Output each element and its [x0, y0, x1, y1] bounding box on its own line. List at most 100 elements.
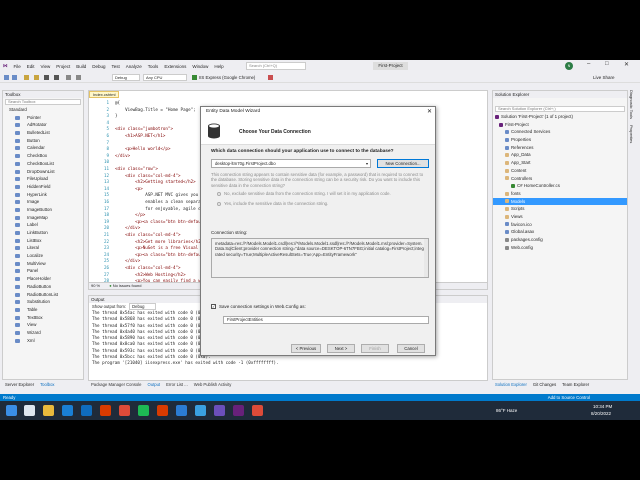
- toolbox-item[interactable]: View: [3, 321, 83, 329]
- toolbox-item[interactable]: Substitution: [3, 298, 83, 306]
- maximize-icon[interactable]: □: [605, 61, 609, 67]
- undo-icon[interactable]: [66, 75, 71, 80]
- close-icon[interactable]: ✕: [624, 61, 629, 68]
- add-to-source-control[interactable]: Add to Source Control: [548, 394, 590, 401]
- file-explorer-icon[interactable]: [43, 405, 54, 416]
- toolbox-item[interactable]: Pointer: [3, 114, 83, 122]
- save-icon[interactable]: [44, 75, 49, 80]
- tree-item[interactable]: Solution 'First-Project' (1 of 1 project…: [493, 113, 627, 121]
- toolbox-item[interactable]: LinkButton: [3, 229, 83, 237]
- menu-file[interactable]: File: [11, 64, 24, 69]
- toolbox-group[interactable]: Standard: [3, 106, 83, 114]
- menu-project[interactable]: Project: [53, 64, 73, 69]
- toolbox-item[interactable]: Table: [3, 306, 83, 314]
- dialog-close-icon[interactable]: ✕: [427, 107, 432, 117]
- zoom-level[interactable]: 90 %: [91, 283, 100, 288]
- tree-item[interactable]: Models: [493, 197, 627, 206]
- tree-item[interactable]: References: [493, 144, 627, 152]
- code-line[interactable]: 12 <div class="col-md-4">: [91, 173, 181, 180]
- toolbox-item[interactable]: PlaceHolder: [3, 275, 83, 283]
- tree-item[interactable]: Global.asax: [493, 228, 627, 236]
- tree-item[interactable]: First-Project: [493, 121, 627, 129]
- radio-include-circle[interactable]: [217, 201, 221, 206]
- powerpoint-icon[interactable]: [157, 405, 168, 416]
- connection-dropdown[interactable]: desktop-ltm70g.FirstProject.dbo ▾: [211, 159, 371, 168]
- code-line[interactable]: 21 <div class="col-md-4">: [91, 232, 181, 239]
- connection-string-scrollbar[interactable]: [424, 239, 428, 277]
- code-line[interactable]: 3}: [91, 113, 117, 120]
- code-line[interactable]: 2 ViewBag.Title = "Home Page";: [91, 107, 195, 114]
- start-icon[interactable]: [6, 405, 17, 416]
- tab-server-explorer[interactable]: Server Explorer: [2, 381, 37, 389]
- edge-icon[interactable]: [62, 405, 73, 416]
- toolbox-item[interactable]: DropDownList: [3, 168, 83, 176]
- store-icon[interactable]: [81, 405, 92, 416]
- radio-include[interactable]: Yes, include the sensitive data in the c…: [217, 201, 328, 206]
- tree-item[interactable]: Connected Services: [493, 128, 627, 136]
- toolbox-item[interactable]: AdRotator: [3, 121, 83, 129]
- checkbox-checked-icon[interactable]: ✓: [211, 304, 216, 310]
- code-line[interactable]: 5 <div class="jumbotron">: [91, 126, 173, 133]
- toolbox-item[interactable]: Calendar: [3, 144, 83, 152]
- tree-item[interactable]: Views: [493, 213, 627, 221]
- code-line[interactable]: 26 <div class="col-md-4">: [91, 265, 181, 272]
- tree-item[interactable]: packages.config: [493, 236, 627, 244]
- open-icon[interactable]: [34, 75, 39, 80]
- minimize-icon[interactable]: –: [587, 61, 590, 67]
- run-icon[interactable]: [192, 75, 197, 80]
- code-line[interactable]: 20 </div>: [91, 225, 140, 232]
- search-icon[interactable]: [24, 405, 35, 416]
- toolbox-item[interactable]: RadioButton: [3, 283, 83, 291]
- code-line[interactable]: 18 </p>: [91, 212, 145, 219]
- clock-time[interactable]: 10:34 PM: [593, 404, 612, 409]
- menu-extensions[interactable]: Extensions: [161, 64, 189, 69]
- menu-window[interactable]: Window: [189, 64, 211, 69]
- toolbox-item[interactable]: HiddenField: [3, 183, 83, 191]
- live-share-button[interactable]: Live Share: [593, 75, 615, 80]
- menu-debug[interactable]: Debug: [89, 64, 108, 69]
- code-line[interactable]: 8 <p>Hello world</p>: [91, 146, 170, 153]
- toolbox-item[interactable]: FileUpload: [3, 175, 83, 183]
- show-output-dropdown[interactable]: Debug: [129, 303, 156, 310]
- avatar[interactable]: N: [565, 62, 573, 70]
- visual-studio-icon[interactable]: [233, 405, 244, 416]
- word-icon[interactable]: [176, 405, 187, 416]
- toolbox-item[interactable]: HyperLink: [3, 191, 83, 199]
- new-connection-button[interactable]: New Connection...: [377, 159, 429, 168]
- redo-icon[interactable]: [76, 75, 81, 80]
- radio-exclude-circle[interactable]: [217, 191, 221, 196]
- toolbox-item[interactable]: Xml: [3, 337, 83, 345]
- toolbox-item[interactable]: Wizard: [3, 329, 83, 337]
- tab-solution-explorer[interactable]: Solution Explorer: [492, 381, 530, 389]
- tree-item[interactable]: App_Data: [493, 151, 627, 159]
- toolbox-item[interactable]: ImageMap: [3, 214, 83, 222]
- menu-tools[interactable]: Tools: [145, 64, 162, 69]
- toolbox-item[interactable]: TextBox: [3, 314, 83, 322]
- solution-search-input[interactable]: Search Solution Explorer (Ctrl+;): [495, 106, 625, 112]
- tab-error-list[interactable]: Error List ...: [163, 381, 191, 389]
- toolbox-item[interactable]: ListBox: [3, 237, 83, 245]
- toolbox-item[interactable]: Panel: [3, 267, 83, 275]
- toolbox-item[interactable]: CheckBox: [3, 152, 83, 160]
- platform-dropdown[interactable]: Any CPU: [143, 74, 187, 81]
- toolbox-item[interactable]: MultiView: [3, 260, 83, 268]
- refresh-icon[interactable]: [268, 75, 273, 80]
- radio-exclude[interactable]: No, exclude sensitive data from the conn…: [217, 191, 391, 196]
- search-input[interactable]: Search (Ctrl+Q): [246, 62, 306, 70]
- toolbox-item[interactable]: Localize: [3, 252, 83, 260]
- menu-build[interactable]: Build: [73, 64, 89, 69]
- save-all-icon[interactable]: [54, 75, 59, 80]
- previous-button[interactable]: < Previous: [291, 344, 321, 353]
- menu-test[interactable]: Test: [109, 64, 123, 69]
- connection-string-box[interactable]: metadata=res://*/Models.Model1.csdl|res:…: [211, 238, 429, 278]
- tree-item[interactable]: Controllers: [493, 175, 627, 183]
- forward-icon[interactable]: [12, 75, 17, 80]
- ssms-icon[interactable]: [214, 405, 225, 416]
- menu-view[interactable]: View: [38, 64, 54, 69]
- tree-item[interactable]: fonts: [493, 190, 627, 198]
- code-line[interactable]: 27 <h2>Web Hosting</h2>: [91, 272, 186, 279]
- tab-toolbox[interactable]: Toolbox: [37, 381, 57, 389]
- tree-item[interactable]: Content: [493, 167, 627, 175]
- tab-output[interactable]: Output: [145, 381, 164, 389]
- code-line[interactable]: 11 <div class="row">: [91, 166, 158, 173]
